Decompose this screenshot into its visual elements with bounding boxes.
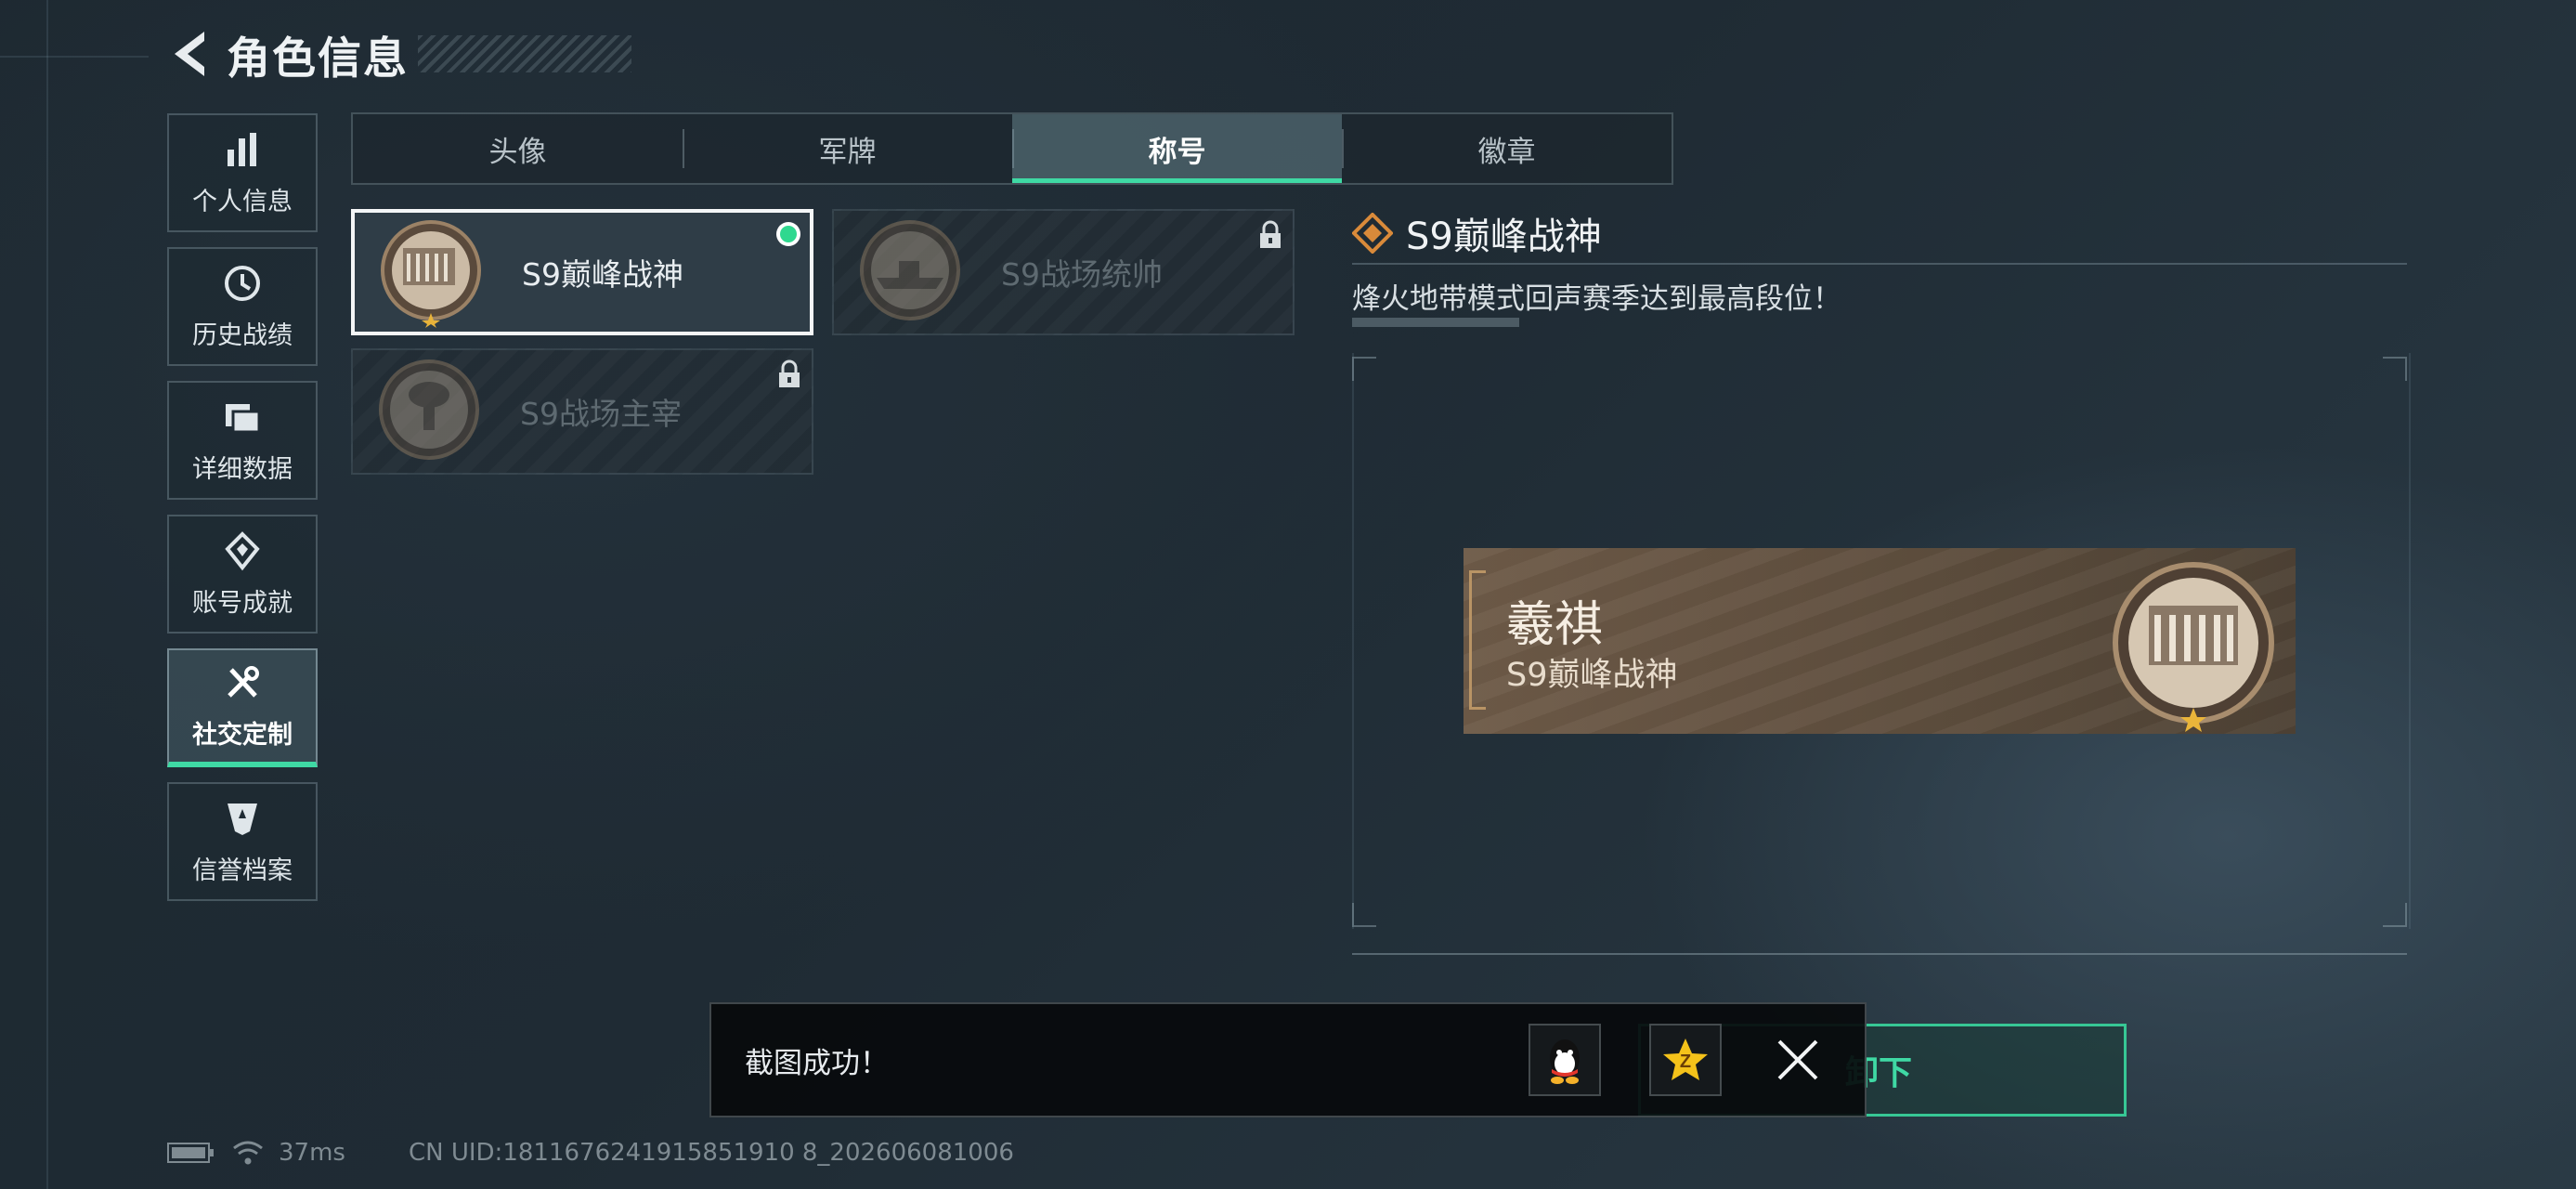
ping-value: 37ms bbox=[279, 1139, 345, 1167]
page-title: 角色信息 bbox=[227, 33, 409, 85]
building-emblem-icon bbox=[381, 220, 481, 328]
tools-icon bbox=[228, 665, 259, 698]
tab-bar: 头像 军牌 称号 徽章 bbox=[351, 112, 1673, 185]
title-card[interactable]: S9战场统帅 bbox=[832, 209, 1295, 335]
uid-text: CN UID:1811676241915851910 8_20260608100… bbox=[408, 1139, 1014, 1167]
title-card[interactable]: S9战场主宰 bbox=[351, 348, 813, 475]
sidebar-item-label: 信誉档案 bbox=[192, 856, 293, 885]
status-bar: 37ms CN UID:1811676241915851910 8_202606… bbox=[167, 1139, 1014, 1167]
frame-corner bbox=[1352, 357, 1376, 381]
frame-corner bbox=[1352, 903, 1376, 927]
qzone-icon: Z bbox=[1663, 1039, 1708, 1080]
mushroom-cloud-emblem-icon bbox=[379, 359, 479, 460]
folder-icon bbox=[226, 403, 261, 433]
lock-icon bbox=[1260, 220, 1281, 248]
sidebar-item-social-custom[interactable]: 社交定制 bbox=[167, 648, 318, 767]
sidebar-item-credit[interactable]: 信誉档案 bbox=[167, 782, 318, 901]
tab-avatar[interactable]: 头像 bbox=[353, 114, 683, 183]
achievement-icon bbox=[225, 530, 260, 570]
sidebar: 个人信息 历史战绩 详细数据 账号成就 社交定制 信誉档案 bbox=[167, 113, 318, 916]
detail-subtext-placeholder bbox=[1352, 318, 1519, 327]
frame-corner bbox=[2383, 357, 2407, 381]
share-qzone-button[interactable]: Z bbox=[1649, 1024, 1722, 1096]
clock-icon bbox=[225, 265, 260, 301]
sidebar-item-label: 个人信息 bbox=[192, 187, 293, 216]
player-name: 羲祺 bbox=[1506, 597, 1604, 653]
building-emblem-icon bbox=[2113, 562, 2274, 732]
detail-description: 烽火地带模式回声赛季达到最高段位！ bbox=[1352, 282, 1841, 316]
plate-bracket bbox=[1469, 570, 1486, 710]
svg-text:Z: Z bbox=[1680, 1052, 1691, 1072]
screenshot-toast: 截图成功！ Z bbox=[709, 1002, 1867, 1117]
title-card-name: S9战场主宰 bbox=[520, 396, 682, 432]
nameplate-preview: 羲祺 S9巅峰战神 bbox=[1464, 548, 2296, 734]
detail-title: S9巅峰战神 bbox=[1406, 216, 1602, 258]
bar-chart-icon bbox=[228, 132, 256, 166]
equipped-indicator-icon bbox=[776, 222, 800, 246]
close-icon[interactable] bbox=[1770, 1032, 1826, 1088]
tab-title[interactable]: 称号 bbox=[1012, 114, 1342, 183]
divider bbox=[1352, 953, 2407, 955]
title-card-name: S9战场统帅 bbox=[1001, 256, 1163, 293]
divider bbox=[1352, 263, 2407, 265]
battery-icon bbox=[167, 1143, 214, 1163]
sidebar-item-label: 详细数据 bbox=[192, 454, 293, 484]
qq-icon bbox=[1550, 1039, 1580, 1084]
sidebar-item-label: 账号成就 bbox=[192, 588, 293, 618]
tab-dogtag[interactable]: 军牌 bbox=[683, 114, 1012, 183]
title-card[interactable]: S9巅峰战神 bbox=[351, 209, 813, 335]
lock-icon bbox=[779, 359, 800, 387]
sidebar-item-personal-info[interactable]: 个人信息 bbox=[167, 113, 318, 232]
sidebar-item-achievements[interactable]: 账号成就 bbox=[167, 515, 318, 634]
sidebar-item-label: 历史战绩 bbox=[192, 320, 293, 350]
back-arrow-icon[interactable] bbox=[167, 26, 214, 82]
tab-badge[interactable]: 徽章 bbox=[1342, 114, 1672, 183]
sidebar-item-detailed-data[interactable]: 详细数据 bbox=[167, 381, 318, 500]
toast-message: 截图成功！ bbox=[745, 1046, 889, 1080]
warship-emblem-icon bbox=[860, 220, 960, 320]
sidebar-item-history[interactable]: 历史战绩 bbox=[167, 247, 318, 366]
title-decoration bbox=[418, 35, 631, 72]
detail-header: S9巅峰战神 bbox=[1352, 206, 1602, 260]
frame-corner bbox=[2383, 903, 2407, 927]
diamond-title-icon bbox=[1352, 213, 1393, 254]
header: 角色信息 bbox=[167, 20, 631, 87]
wifi-icon bbox=[233, 1141, 263, 1165]
credit-icon bbox=[228, 803, 257, 835]
share-qq-button[interactable] bbox=[1529, 1024, 1601, 1096]
sidebar-item-label: 社交定制 bbox=[192, 720, 293, 750]
title-card-name: S9巅峰战神 bbox=[522, 256, 683, 293]
nameplate-title: S9巅峰战神 bbox=[1506, 657, 1678, 694]
